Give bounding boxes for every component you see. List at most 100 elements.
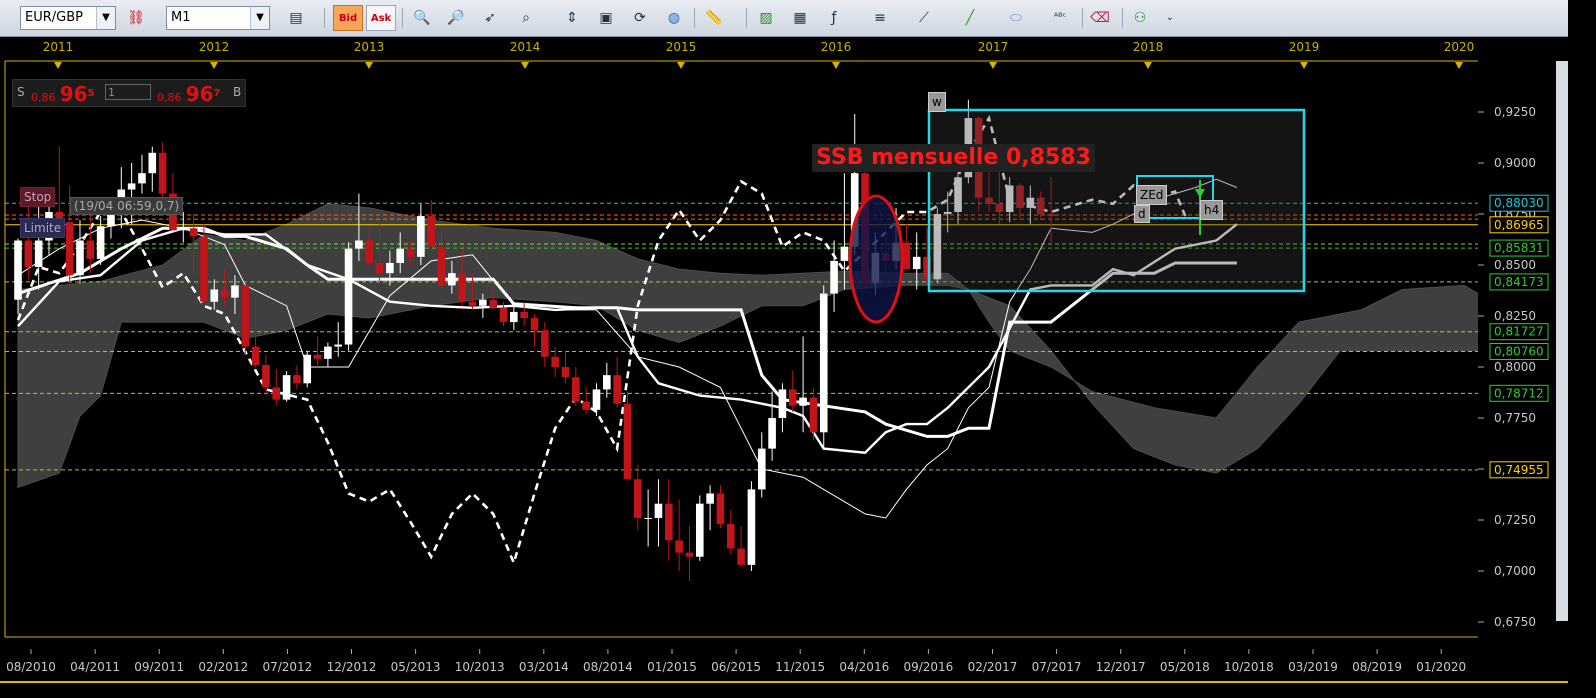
candle-body: [644, 517, 652, 519]
chevron-down-icon[interactable]: ▼: [96, 7, 115, 29]
candle-body: [551, 356, 559, 367]
candle-body: [572, 377, 580, 402]
bid-button[interactable]: Bid: [333, 5, 363, 31]
separator: [402, 8, 403, 28]
refresh-icon[interactable]: ⟳: [630, 8, 650, 28]
candle-body: [210, 289, 219, 302]
quantity-value: 1: [108, 86, 115, 99]
candle-body: [902, 242, 911, 270]
candle-body: [24, 240, 33, 268]
ask-big: 96: [185, 82, 214, 106]
indicators-icon[interactable]: ƒ: [824, 8, 844, 28]
top-axis-label: 2012: [199, 40, 230, 54]
separator: [324, 8, 325, 28]
text-tool-icon[interactable]: ᴬᴮᶜ: [1050, 8, 1070, 28]
ellipse-icon[interactable]: ⬭: [1006, 8, 1026, 28]
quantity-input[interactable]: 1: [105, 84, 151, 100]
price-level-label: 0,78712: [1494, 386, 1544, 400]
price-axis-label: 0,8250: [1494, 309, 1536, 323]
limit-order-tag[interactable]: Limite: [20, 218, 66, 238]
ssb-annotation[interactable]: SSB mensuelle 0,8583: [812, 144, 1095, 172]
symbol-value: EUR/GBP: [25, 10, 83, 25]
globe-icon[interactable]: ◍: [664, 8, 684, 28]
sell-label[interactable]: S: [17, 85, 25, 99]
bid-price[interactable]: 0,86 965: [31, 82, 95, 106]
date-axis-label: 05/2013: [391, 660, 441, 674]
top-axis-label: 2020: [1444, 40, 1475, 54]
candle-body: [675, 540, 683, 553]
eraser-icon[interactable]: ⌫: [1090, 8, 1110, 28]
buy-label[interactable]: B: [233, 85, 241, 99]
candle-body: [695, 503, 704, 557]
candle-body: [716, 493, 725, 525]
toolbar: EUR/GBP ▼ ⛓ M1 ▼ ▤ Bid Ask 🔍 🔎 ➶ ⌕ ⇕ ▣ ⟳…: [0, 0, 1568, 37]
symbol-select[interactable]: EUR/GBP ▼: [20, 6, 116, 30]
price-axis-label: 0,9250: [1494, 105, 1536, 119]
price-level-label: 0,80760: [1494, 344, 1544, 358]
candle-body: [406, 248, 415, 257]
ask-price[interactable]: 0,86 967: [157, 82, 221, 106]
candle-body: [262, 364, 270, 388]
candle-body: [840, 246, 849, 261]
lines-icon[interactable]: ≡: [870, 8, 890, 28]
candle-body: [14, 240, 22, 300]
date-axis-label: 06/2015: [711, 660, 761, 674]
date-axis-label: 12/2012: [327, 660, 377, 674]
picture-icon[interactable]: ▨: [756, 8, 776, 28]
ask-button[interactable]: Ask: [366, 5, 396, 31]
top-axis-bg: [0, 37, 1568, 57]
w-marker[interactable]: w: [928, 92, 946, 112]
date-axis-label: 02/2012: [198, 660, 248, 674]
separator: [1082, 8, 1083, 28]
ask-pip: 7: [213, 88, 221, 99]
date-axis-label: 08/2014: [583, 660, 633, 674]
chart-area[interactable]: 2011 2012 2013 2014 2015 2016 2017 2018 2019 2020…: [0, 37, 1596, 686]
candle-body: [96, 226, 105, 259]
candle-body: [386, 262, 394, 274]
link-off-icon[interactable]: ⛓: [126, 8, 146, 28]
fan-icon[interactable]: ⟋: [914, 8, 934, 28]
candle-body: [654, 503, 663, 518]
timeframe-value: M1: [171, 10, 191, 25]
ruler-icon[interactable]: 📏: [704, 8, 724, 28]
chevron-down-icon[interactable]: ▼: [250, 7, 269, 29]
stop-order-tag[interactable]: Stop: [20, 187, 56, 207]
crosshair-zoom-icon[interactable]: ⌕: [516, 8, 536, 28]
candle-body: [355, 240, 363, 249]
network-icon[interactable]: ⚇: [1130, 8, 1150, 28]
price-chart[interactable]: 2011 2012 2013 2014 2015 2016 2017 2018 2019 2020…: [0, 37, 1596, 686]
h4-marker[interactable]: h4: [1200, 200, 1224, 220]
candle-body: [303, 354, 312, 384]
date-axis-label: 08/2010: [6, 660, 56, 674]
vertical-scrollbar: [1556, 61, 1568, 621]
date-axis-label: 09/2011: [134, 660, 184, 674]
price-level-label: 0,81727: [1494, 325, 1544, 339]
candle-body: [375, 262, 384, 274]
template-icon[interactable]: ▦: [790, 8, 810, 28]
candle-body: [158, 152, 167, 194]
trendline-icon[interactable]: ╱: [960, 8, 980, 28]
date-axis-label: 10/2013: [455, 660, 505, 674]
candle-body: [282, 375, 291, 400]
candle-body: [324, 346, 332, 359]
cursor-icon[interactable]: ➶: [480, 8, 500, 28]
date-axis-label: 11/2015: [775, 660, 825, 674]
zoom-in-icon[interactable]: 🔍: [412, 8, 432, 28]
candle-body: [272, 387, 281, 400]
chart-type-icon[interactable]: ▤: [286, 8, 306, 28]
d-marker[interactable]: d: [1134, 205, 1150, 223]
image-export-icon[interactable]: ▣: [596, 8, 616, 28]
price-level-label: 0,88030: [1494, 196, 1544, 210]
toolbar-overflow-icon[interactable]: ⌄: [1160, 8, 1180, 28]
candle-body: [499, 307, 508, 323]
zoom-out-icon[interactable]: 🔎: [446, 8, 466, 28]
timeframe-select[interactable]: M1 ▼: [166, 6, 270, 30]
zed-marker[interactable]: ZEd: [1136, 185, 1168, 205]
date-axis-label: 01/2020: [1416, 660, 1466, 674]
auto-scale-icon[interactable]: ⇕: [562, 8, 582, 28]
candle-body: [737, 548, 745, 565]
top-axis-label: 2017: [978, 40, 1009, 54]
price-level-label: 0,86965: [1494, 218, 1544, 232]
candle-body: [479, 299, 487, 306]
candle-body: [396, 248, 405, 263]
